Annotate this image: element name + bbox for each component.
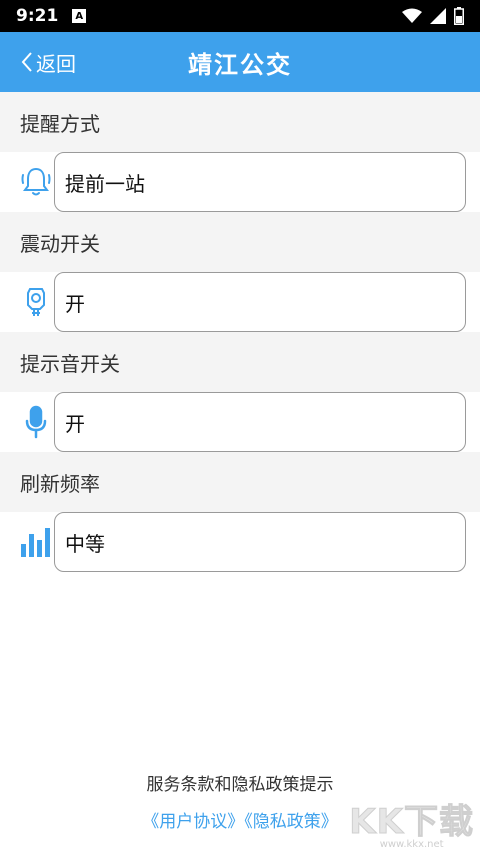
section-label-reminder: 提醒方式	[0, 92, 480, 152]
page-title: 靖江公交	[188, 50, 292, 79]
chevron-left-icon	[21, 52, 32, 72]
status-icons	[402, 7, 464, 25]
section-label-sound: 提示音开关	[0, 332, 480, 392]
app-header: 返回 靖江公交	[0, 32, 480, 92]
setting-row-reminder: 提前一站	[0, 152, 480, 212]
back-button[interactable]: 返回	[20, 32, 76, 92]
setting-row-refresh: 中等	[0, 512, 480, 572]
sound-toggle-select[interactable]: 开	[54, 392, 466, 452]
wifi-icon	[402, 8, 422, 23]
reminder-method-select[interactable]: 提前一站	[54, 152, 466, 212]
privacy-policy-link[interactable]: 《隐私政策》	[244, 812, 338, 832]
watermark-logo: KK下载	[349, 802, 474, 843]
microphone-icon	[18, 404, 54, 440]
setting-row-sound: 开	[0, 392, 480, 452]
section-label-vibration: 震动开关	[0, 212, 480, 272]
setting-row-vibration: 开	[0, 272, 480, 332]
vibrate-icon	[18, 284, 54, 320]
user-agreement-link[interactable]: 《用户协议》	[142, 812, 244, 832]
battery-icon	[454, 7, 464, 25]
refresh-frequency-select[interactable]: 中等	[54, 512, 466, 572]
back-label: 返回	[36, 51, 76, 76]
section-label-refresh: 刷新频率	[0, 452, 480, 512]
watermark: KK下载 www.kkx.net	[349, 794, 474, 851]
vibration-toggle-select[interactable]: 开	[54, 272, 466, 332]
frequency-bars-icon	[18, 524, 54, 560]
status-bar: 9:21 A	[0, 0, 480, 32]
status-time: 9:21	[16, 6, 59, 26]
terms-notice: 服务条款和隐私政策提示	[146, 775, 334, 795]
notification-icon: A	[72, 9, 87, 23]
bell-icon	[18, 164, 54, 200]
signal-icon	[430, 8, 446, 24]
